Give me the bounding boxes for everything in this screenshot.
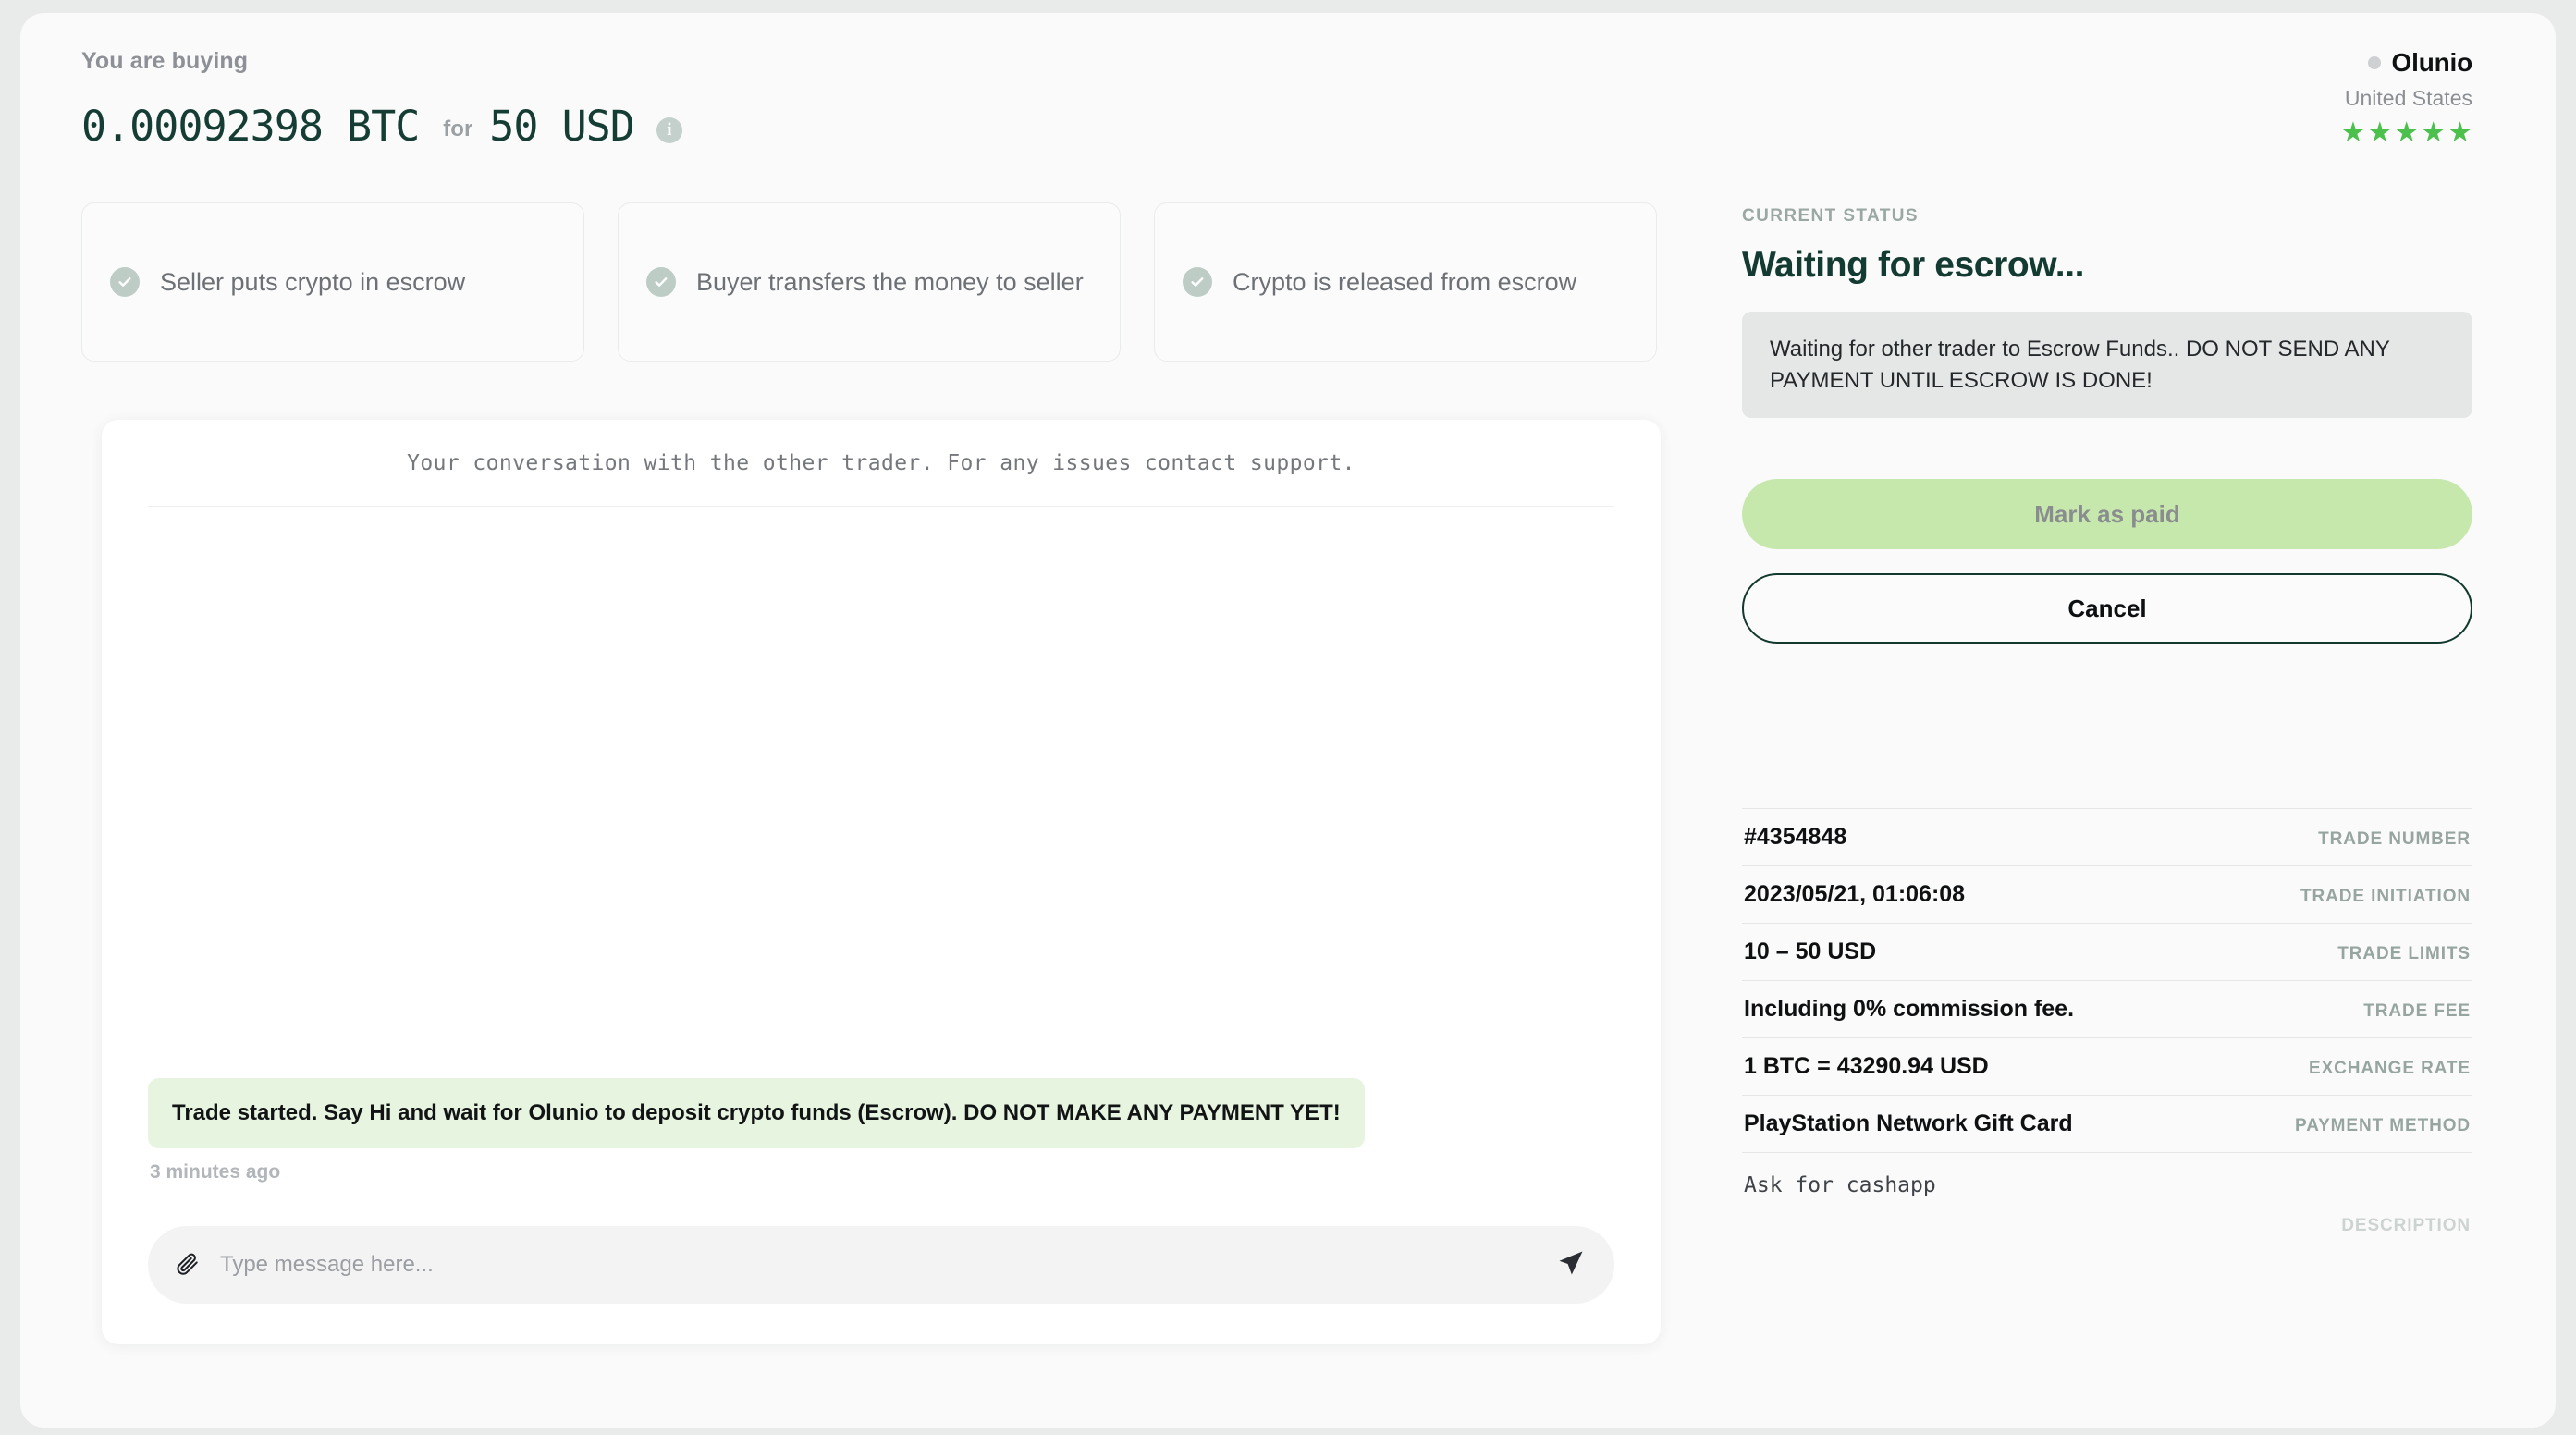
amount-row: 0.00092398 BTC for 50 USD i — [81, 99, 1681, 153]
detail-value: 1 BTC = 43290.94 USD — [1744, 1053, 1989, 1080]
step-label: Crypto is released from escrow — [1233, 267, 1577, 296]
current-status-title: Waiting for escrow... — [1742, 245, 2085, 285]
step-card-3: Crypto is released from escrow — [1154, 202, 1657, 362]
trade-details-table: #4354848 TRADE NUMBER 2023/05/21, 01:06:… — [1742, 808, 2472, 1245]
mark-as-paid-button[interactable]: Mark as paid — [1742, 479, 2472, 550]
chat-input-area — [102, 1184, 1661, 1344]
step-label: Buyer transfers the money to seller — [696, 267, 1084, 296]
table-row: 1 BTC = 43290.94 USD EXCHANGE RATE — [1742, 1038, 2472, 1097]
description-value: Ask for cashapp — [1744, 1173, 1936, 1198]
chat-message-bubble: Trade started. Say Hi and wait for Oluni… — [148, 1077, 1365, 1148]
status-message-text: Waiting for other trader to Escrow Funds… — [1770, 337, 2390, 393]
detail-key: TRADE LIMITS — [2337, 944, 2471, 964]
detail-value: Including 0% commission fee. — [1744, 996, 2075, 1023]
chat-header: Your conversation with the other trader.… — [148, 420, 1614, 507]
trade-summary: You are buying 0.00092398 BTC for 50 USD… — [81, 48, 1681, 362]
current-status-label: CURRENT STATUS — [1742, 206, 1919, 226]
chat-input-bar[interactable] — [148, 1226, 1614, 1304]
table-row: #4354848 TRADE NUMBER — [1742, 808, 2472, 867]
detail-key: EXCHANGE RATE — [2309, 1059, 2471, 1079]
chat-header-note: Your conversation with the other trader.… — [407, 450, 1355, 475]
star-icon: ★ — [2340, 117, 2366, 148]
detail-key: TRADE INITIATION — [2300, 887, 2471, 907]
check-circle-icon — [646, 267, 676, 297]
step-card-1: Seller puts crypto in escrow — [81, 202, 584, 362]
crypto-amount: 0.00092398 BTC — [81, 101, 420, 151]
trade-steps: Seller puts crypto in escrow Buyer trans… — [81, 202, 1681, 362]
star-icon: ★ — [2367, 117, 2393, 148]
trade-sidebar: Olunio United States ★ ★ ★ ★ ★ CURRENT S… — [1742, 48, 2472, 1245]
status-message-box: Waiting for other trader to Escrow Funds… — [1742, 312, 2472, 419]
step-label: Seller puts crypto in escrow — [160, 267, 466, 296]
fiat-amount: 50 USD — [489, 101, 635, 151]
detail-value: 2023/05/21, 01:06:08 — [1744, 881, 1966, 908]
buying-label: You are buying — [81, 48, 249, 74]
star-icon: ★ — [2394, 117, 2420, 148]
detail-value: PlayStation Network Gift Card — [1744, 1110, 2073, 1137]
online-status-dot — [2367, 56, 2381, 69]
page-container: You are buying 0.00092398 BTC for 50 USD… — [20, 13, 2556, 1428]
detail-key: TRADE NUMBER — [2318, 829, 2471, 850]
description-key: DESCRIPTION — [2341, 1216, 2471, 1236]
detail-key: PAYMENT METHOD — [2295, 1116, 2471, 1136]
check-circle-icon — [1183, 267, 1212, 297]
table-row: 2023/05/21, 01:06:08 TRADE INITIATION — [1742, 866, 2472, 925]
chat-message-time: 3 minutes ago — [150, 1161, 281, 1183]
detail-value: 10 – 50 USD — [1744, 938, 1877, 965]
cancel-button[interactable]: Cancel — [1742, 573, 2472, 644]
star-icon: ★ — [2447, 117, 2472, 148]
detail-key: TRADE FEE — [2363, 1001, 2471, 1022]
trader-name[interactable]: Olunio — [2392, 48, 2473, 78]
check-circle-icon — [110, 267, 140, 297]
trader-name-row: Olunio — [1742, 48, 2472, 78]
chat-message-input[interactable] — [220, 1252, 1537, 1278]
table-row: 10 – 50 USD TRADE LIMITS — [1742, 924, 2472, 982]
star-icon: ★ — [2421, 117, 2447, 148]
trader-info: Olunio United States ★ ★ ★ ★ ★ — [1742, 48, 2472, 147]
send-icon[interactable] — [1557, 1249, 1585, 1282]
chat-message-list: Trade started. Say Hi and wait for Oluni… — [102, 507, 1661, 1184]
table-row: Including 0% commission fee. TRADE FEE — [1742, 981, 2472, 1039]
detail-value: #4354848 — [1744, 824, 1847, 851]
chat-message-text: Trade started. Say Hi and wait for Oluni… — [172, 1099, 1341, 1125]
info-icon[interactable]: i — [656, 117, 682, 143]
table-row: PlayStation Network Gift Card PAYMENT ME… — [1742, 1096, 2472, 1154]
paperclip-icon[interactable] — [176, 1251, 200, 1280]
trader-rating: ★ ★ ★ ★ ★ — [1742, 119, 2472, 147]
description-row: Ask for cashapp DESCRIPTION — [1742, 1153, 2472, 1245]
trader-country: United States — [2344, 86, 2472, 110]
for-label: for — [443, 117, 473, 141]
step-card-2: Buyer transfers the money to seller — [618, 202, 1121, 362]
chat-panel: Your conversation with the other trader.… — [102, 420, 1661, 1344]
